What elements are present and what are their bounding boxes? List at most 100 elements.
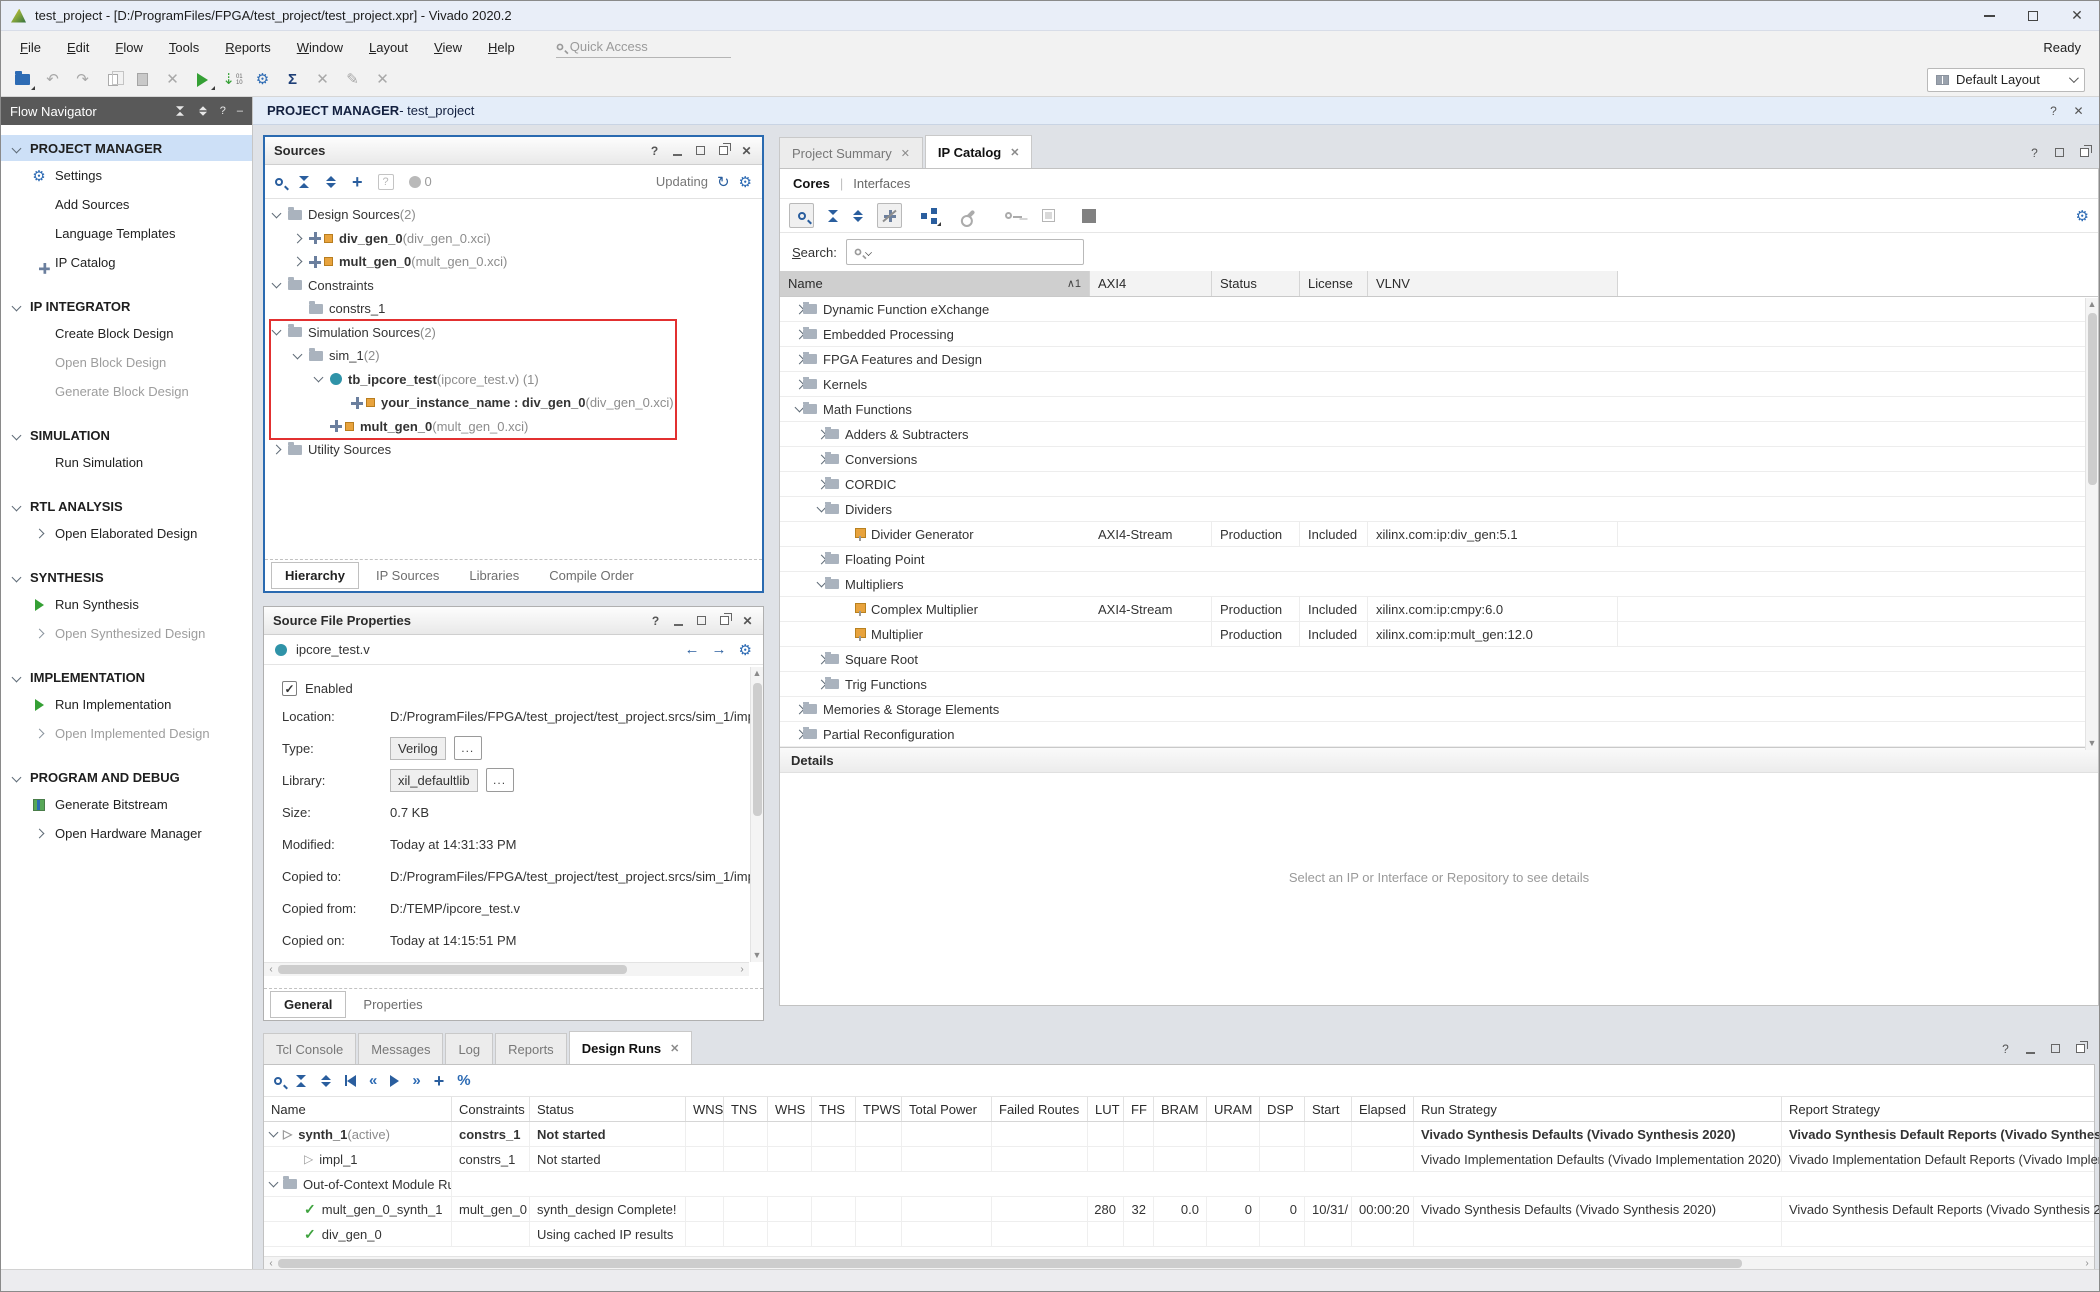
expander-open-icon[interactable] [12,572,22,582]
gear-icon[interactable]: ⚙ [739,173,752,191]
flow-item-open-hardware-manager[interactable]: Open Hardware Manager [1,819,252,848]
float-icon[interactable] [2078,146,2091,159]
flow-item-settings[interactable]: ⚙Settings [1,161,252,190]
column-header-status[interactable]: Status [530,1097,686,1121]
help-icon[interactable]: ? [220,105,226,117]
ip-row-complex-multiplier[interactable]: Complex MultiplierAXI4-StreamProductionI… [780,597,2098,622]
column-header-name[interactable]: Name∧1 [780,271,1090,296]
enabled-checkbox[interactable]: ✓ [282,681,297,696]
tree-row-utility-sources[interactable]: Utility Sources [265,438,762,462]
column-header-tpws[interactable]: TPWS [856,1097,902,1121]
column-header-total-power[interactable]: Total Power [902,1097,992,1121]
collapse-all-icon[interactable] [298,176,310,188]
ip-row-multiplier[interactable]: MultiplierProductionIncludedxilinx.com:i… [780,622,2098,647]
expander-closed-icon[interactable] [293,233,303,243]
create-run-icon[interactable]: + [434,1072,445,1090]
ip-row-multipliers[interactable]: Multipliers [780,572,2098,597]
close-design-button[interactable]: ✕ [309,67,336,92]
tree-row-design-sources[interactable]: Design Sources (2) [265,203,762,227]
close-button[interactable]: ✕ [2055,1,2099,31]
ip-row-fpga-features-and-design[interactable]: FPGA Features and Design [780,347,2098,372]
hierarchy-view-button[interactable] [915,203,942,228]
menu-help[interactable]: Help [475,40,528,55]
menu-reports[interactable]: Reports [212,40,284,55]
scrollbar-thumb[interactable] [2088,313,2097,485]
sfp-vertical-scrollbar[interactable]: ▲ ▼ [750,667,763,962]
license-button[interactable] [995,203,1022,228]
ip-row-dynamic-function-exchange[interactable]: Dynamic Function eXchange [780,297,2098,322]
flow-item-generate-bitstream[interactable]: Generate Bitstream [1,790,252,819]
column-header-tns[interactable]: TNS [724,1097,768,1121]
expander-open-icon[interactable] [12,772,22,782]
help-icon[interactable]: ? [2028,146,2041,159]
search-icon[interactable] [275,178,283,186]
column-header-uram[interactable]: URAM [1207,1097,1260,1121]
step-button[interactable]: ⇣0110 [219,67,246,92]
tree-row-constrs-1[interactable]: constrs_1 [265,297,762,321]
close-icon[interactable]: ✕ [2072,104,2085,117]
flow-item-open-block-design[interactable]: Open Block Design [1,348,252,377]
expander-closed-icon[interactable] [34,529,44,539]
menu-file[interactable]: File [7,40,54,55]
expander-open-icon[interactable] [272,326,282,336]
flow-item-open-implemented-design[interactable]: Open Implemented Design [1,719,252,748]
collapse-all-icon[interactable] [175,106,185,116]
ip-row-kernels[interactable]: Kernels [780,372,2098,397]
scroll-down-icon[interactable]: ▼ [751,949,763,962]
close-tab-icon[interactable]: ✕ [901,147,910,160]
flow-section-header-program-and-debug[interactable]: PROGRAM AND DEBUG [1,764,252,790]
tab-project-summary[interactable]: Project Summary✕ [779,137,923,168]
design-runs-horizontal-scrollbar[interactable]: ‹ › [264,1256,2094,1270]
menu-layout[interactable]: Layout [356,40,421,55]
minimize-icon[interactable] [673,154,682,156]
column-header-wns[interactable]: WNS [686,1097,724,1121]
expander-closed-icon[interactable] [34,829,44,839]
float-icon[interactable] [719,146,728,155]
run-button[interactable] [189,67,216,92]
tab-cores[interactable]: Cores [793,176,830,191]
close-icon[interactable]: ✕ [741,614,754,627]
scroll-up-icon[interactable]: ▲ [751,667,763,680]
column-header-ths[interactable]: THS [812,1097,856,1121]
scroll-up-icon[interactable]: ▲ [2086,298,2098,311]
column-header-start[interactable]: Start [1305,1097,1352,1121]
ellipsis-button[interactable]: ... [454,736,482,760]
ip-row-floating-point[interactable]: Floating Point [780,547,2098,572]
open-project-button[interactable] [9,67,36,92]
close-tab-icon[interactable]: ✕ [670,1042,679,1055]
tree-row-mult-gen-0[interactable]: mult_gen_0 (mult_gen_0.xci) [265,250,762,274]
minimize-panel-icon[interactable]: – [237,105,243,117]
column-header-ff[interactable]: FF [1124,1097,1154,1121]
scroll-down-icon[interactable]: ▼ [2086,737,2098,750]
expander-open-icon[interactable] [314,373,324,383]
maximize-icon[interactable] [2049,1042,2062,1055]
settings-button[interactable]: ⚙ [249,67,276,92]
undo-button[interactable]: ↶ [39,67,66,92]
stop-button[interactable] [1075,203,1102,228]
flow-item-add-sources[interactable]: Add Sources [1,190,252,219]
expander-open-icon[interactable] [12,301,22,311]
forward-arrow-icon[interactable]: → [712,641,727,658]
refresh-icon[interactable]: ↻ [717,173,730,191]
paste-button[interactable] [129,67,156,92]
gear-icon[interactable]: ⚙ [739,641,752,659]
flow-section-header-simulation[interactable]: SIMULATION [1,422,252,448]
expander-closed-icon[interactable] [293,257,303,267]
expander-open-icon[interactable] [12,430,22,440]
column-header-lut[interactable]: LUT [1088,1097,1124,1121]
tree-row-simulation-sources[interactable]: Simulation Sources (2) [265,321,762,345]
previous-icon[interactable]: « [369,1073,377,1088]
expander-closed-icon[interactable] [34,729,44,739]
column-header-constraints[interactable]: Constraints [452,1097,530,1121]
sources-tab-hierarchy[interactable]: Hierarchy [271,562,359,589]
column-header-run-strategy[interactable]: Run Strategy [1414,1097,1782,1121]
customize-ip-button[interactable] [955,203,982,228]
maximize-icon[interactable] [2053,146,2066,159]
cancel-button[interactable]: ✕ [369,67,396,92]
scroll-left-icon[interactable]: ‹ [264,964,278,975]
tree-row-mult-gen-0[interactable]: mult_gen_0 (mult_gen_0.xci) [265,415,762,439]
ip-row-dividers[interactable]: Dividers [780,497,2098,522]
expander-open-icon[interactable] [272,279,282,289]
tab-ip-catalog[interactable]: IP Catalog✕ [925,135,1033,168]
search-toggle-button[interactable] [789,203,814,228]
